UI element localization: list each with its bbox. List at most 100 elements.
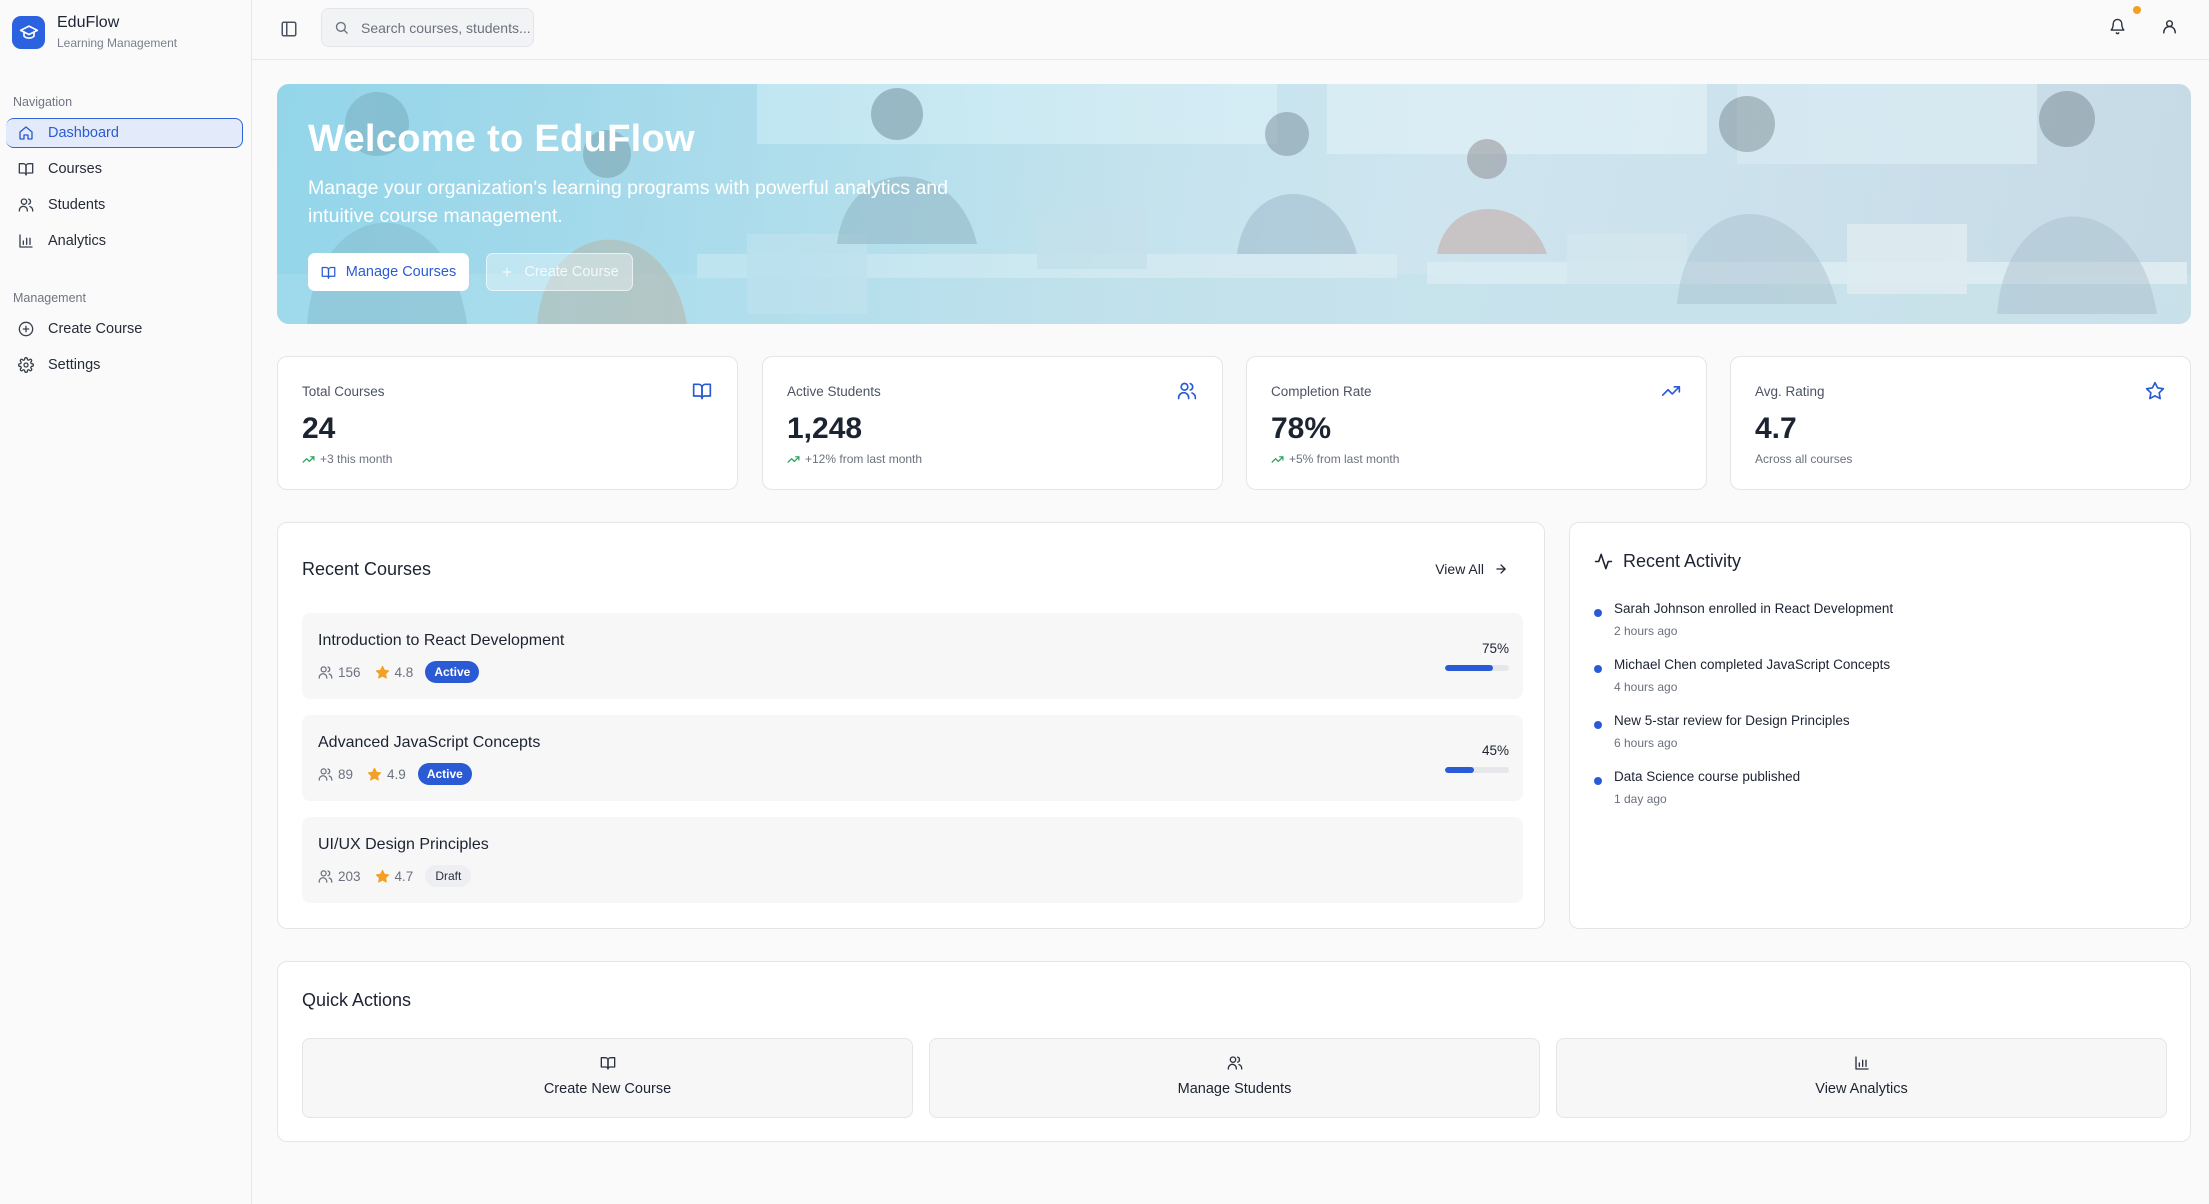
progress-label: 45% [1481, 743, 1509, 758]
stat-value: 1,248 [787, 412, 863, 445]
recent-activity-header: Recent Activity [1594, 551, 1741, 572]
progress-fill [1445, 665, 1493, 671]
student-count: 156 [338, 664, 361, 680]
activity-time: 4 hours ago [1614, 680, 1678, 694]
stat-card-total-courses: Total Courses 24 +3 this month [277, 356, 738, 490]
manage-courses-button[interactable]: Manage Courses [308, 253, 469, 291]
sidebar-item-students[interactable]: Students [6, 190, 243, 220]
users-icon [1177, 381, 1198, 402]
brand[interactable]: EduFlow Learning Management [12, 14, 177, 50]
status-badge: Draft [425, 865, 472, 887]
activity-dot [1594, 777, 1602, 785]
stat-note: +12% from last month [787, 452, 922, 466]
recent-activity-card: Recent Activity Sarah Johnson enrolled i… [1569, 522, 2191, 929]
recent-courses-title: Recent Courses [302, 559, 432, 579]
quick-actions-title: Quick Actions [302, 990, 412, 1010]
view-all-button[interactable]: View All [1435, 561, 1508, 577]
plus-circle-icon [18, 321, 34, 337]
stat-value: 4.7 [1755, 412, 1797, 445]
bar-chart-icon [1854, 1056, 1869, 1070]
progress-fill [1445, 767, 1474, 773]
nav-section-label: Management [13, 291, 86, 305]
sidebar-item-dashboard[interactable]: Dashboard [6, 118, 243, 148]
sidebar-item-courses[interactable]: Courses [6, 154, 243, 184]
top-bar [252, 0, 2209, 60]
quick-action-label: Manage Students [1177, 1081, 1292, 1097]
trending-up-icon [787, 455, 800, 463]
gear-icon [18, 357, 34, 373]
quick-action-label: View Analytics [1815, 1081, 1908, 1097]
graduation-cap-icon [12, 15, 45, 49]
stat-card-active-students: Active Students 1,248 +12% from last mon… [762, 356, 1223, 490]
book-icon [18, 161, 34, 177]
activity-time: 6 hours ago [1614, 736, 1678, 750]
course-item[interactable]: Introduction to React Development 156 4.… [302, 613, 1523, 699]
view-analytics-button[interactable]: View Analytics [1556, 1038, 2167, 1118]
activity-time: 2 hours ago [1614, 624, 1678, 638]
course-meta: 89 4.9 Active [318, 763, 472, 785]
activity-text: Michael Chen completed JavaScript Concep… [1614, 657, 1891, 672]
stat-card-avg-rating: Avg. Rating 4.7 Across all courses [1730, 356, 2191, 490]
course-title: UI/UX Design Principles [318, 836, 489, 853]
sidebar-item-label: Create Course [48, 321, 143, 337]
stat-note: +5% from last month [1271, 452, 1399, 466]
user-icon[interactable] [2161, 18, 2181, 38]
stat-note: +3 this month [302, 452, 392, 466]
activity-text: Sarah Johnson enrolled in React Developm… [1614, 601, 1894, 616]
sidebar-item-label: Analytics [48, 233, 107, 249]
search-input[interactable] [361, 19, 531, 36]
users-icon [18, 197, 34, 213]
sidebar: EduFlow Learning Management Navigation D… [0, 0, 252, 1204]
search-box[interactable] [321, 8, 534, 47]
trending-up-icon [1661, 381, 1682, 402]
stat-label: Active Students [787, 384, 881, 399]
bar-chart-icon [18, 233, 34, 249]
users-icon [318, 869, 333, 883]
star-icon [375, 665, 389, 679]
sidebar-item-create-course[interactable]: Create Course [6, 314, 243, 344]
activity-icon [1594, 553, 1613, 570]
brand-subtitle: Learning Management [57, 36, 178, 50]
hero-subtitle: Manage your organization's learning prog… [308, 177, 948, 227]
plus-icon [502, 267, 513, 277]
course-item[interactable]: UI/UX Design Principles 203 4.7 Draft [302, 817, 1523, 903]
status-badge: Active [425, 661, 480, 683]
sidebar-item-label: Courses [48, 161, 102, 177]
progress-label: 75% [1481, 641, 1509, 656]
stat-value: 24 [302, 412, 336, 445]
hero-banner: Welcome to EduFlow Manage your organizat… [277, 84, 2191, 324]
recent-activity-title: Recent Activity [1623, 551, 1742, 571]
course-meta: 156 4.8 Active [318, 661, 480, 683]
nav-section-label: Navigation [13, 95, 73, 109]
course-rating: 4.7 [394, 868, 414, 884]
book-icon [692, 381, 713, 402]
notification-dot [2133, 6, 2141, 14]
course-rating: 4.9 [387, 766, 406, 782]
status-badge: Active [417, 763, 472, 785]
arrow-right-icon [1496, 564, 1506, 574]
star-icon [2145, 381, 2166, 402]
hero-title: Welcome to EduFlow [308, 118, 695, 160]
recent-courses-card: Recent Courses View All Introduction to … [277, 522, 1545, 929]
stat-note: Across all courses [1755, 452, 1853, 466]
sidebar-item-settings[interactable]: Settings [6, 350, 243, 380]
sidebar-item-label: Students [48, 197, 106, 213]
activity-text: New 5-star review for Design Principles [1614, 713, 1850, 728]
student-count: 89 [338, 766, 354, 782]
manage-students-button[interactable]: Manage Students [929, 1038, 1540, 1118]
bell-icon[interactable] [2109, 18, 2129, 38]
sidebar-toggle-icon[interactable] [280, 20, 300, 40]
create-new-course-button[interactable]: Create New Course [302, 1038, 913, 1118]
brand-name: EduFlow [57, 14, 120, 31]
sidebar-item-analytics[interactable]: Analytics [6, 226, 243, 256]
search-icon [335, 21, 348, 34]
course-item[interactable]: Advanced JavaScript Concepts 89 4.9 Acti… [302, 715, 1523, 801]
create-course-button[interactable]: Create Course [486, 253, 633, 291]
course-rating: 4.8 [394, 664, 414, 680]
student-count: 203 [338, 868, 361, 884]
quick-action-label: Create New Course [543, 1081, 672, 1097]
stat-label: Total Courses [302, 384, 385, 399]
quick-actions-card: Quick Actions Create New Course Manage S… [277, 961, 2191, 1142]
stat-label: Completion Rate [1271, 384, 1372, 399]
book-icon [321, 266, 336, 279]
